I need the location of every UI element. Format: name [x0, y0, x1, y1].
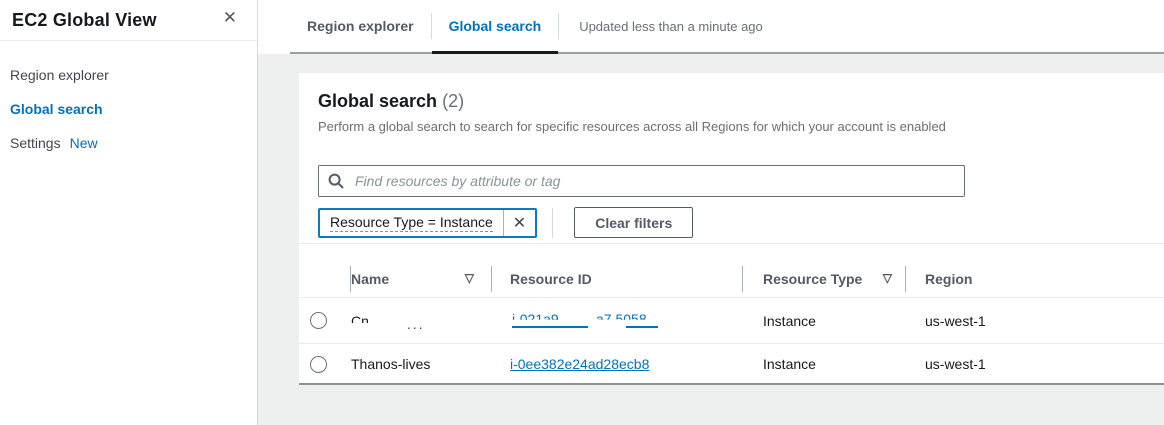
search-icon — [328, 173, 344, 189]
table-row: Cn ... i-021a9 a7 5058 Instance us-west-… — [299, 298, 1164, 343]
sidebar-item-label: Settings — [10, 135, 61, 151]
column-label: Resource ID — [510, 271, 592, 287]
resource-id-cell: i-021a9 a7 5058 — [492, 311, 743, 331]
select-cell — [299, 312, 351, 329]
close-icon[interactable]: ✕ — [223, 9, 237, 26]
tab-global-search[interactable]: Global search — [432, 0, 559, 52]
panel-title: Global search (2) — [318, 91, 1145, 112]
global-search-panel: Global search (2) Perform a global searc… — [299, 73, 1164, 385]
main-area: Region explorer Global search Updated le… — [258, 0, 1164, 425]
panel-description: Perform a global search to search for sp… — [318, 119, 1145, 134]
name-cell: Thanos-lives — [351, 356, 492, 372]
search-input[interactable] — [353, 172, 955, 190]
resource-type-cell: Instance — [743, 313, 906, 329]
link-underline — [512, 326, 588, 328]
redacted-name-dots: ... — [407, 316, 425, 332]
redacted-id-fragment: a7 5058 — [596, 311, 647, 327]
column-label: Resource Type — [763, 271, 862, 287]
new-badge: New — [70, 135, 98, 151]
redacted-resource-id-link[interactable]: i-021a9 a7 5058 — [510, 311, 680, 331]
select-column-header — [299, 287, 351, 297]
sidebar-item-label: Global search — [10, 101, 103, 117]
column-header-name[interactable]: Name ▽ — [351, 271, 492, 297]
redacted-name-fragment: Cn — [351, 313, 369, 329]
table-header: Name ▽ Resource ID Resource Type ▽ Regio… — [299, 244, 1164, 298]
tabs-strip: Region explorer Global search Updated le… — [258, 0, 1164, 54]
resource-id-link[interactable]: i-0ee382e24ad28ecb8 — [510, 356, 649, 372]
result-count: (2) — [442, 91, 464, 111]
tab-region-explorer[interactable]: Region explorer — [290, 0, 431, 52]
filter-chip-label[interactable]: Resource Type = Instance — [320, 210, 503, 236]
column-header-region[interactable]: Region — [906, 271, 1164, 297]
panel-title-text: Global search — [318, 91, 437, 111]
sort-icon[interactable]: ▽ — [465, 271, 474, 287]
resource-type-cell: Instance — [743, 356, 906, 372]
select-cell — [299, 356, 351, 373]
tab-label: Region explorer — [307, 18, 414, 34]
remove-filter-icon[interactable]: ✕ — [503, 210, 535, 236]
sidebar-header: EC2 Global View ✕ — [0, 0, 257, 41]
clear-filters-button[interactable]: Clear filters — [574, 207, 693, 238]
column-label: Name — [351, 271, 389, 287]
row-select-radio[interactable] — [310, 356, 327, 373]
sidebar-title: EC2 Global View — [12, 10, 157, 30]
sidebar-item-global-search[interactable]: Global search — [10, 101, 247, 117]
link-underline — [626, 326, 658, 328]
redacted-id-fragment: i-021a9 — [512, 311, 559, 327]
region-cell: us-west-1 — [906, 313, 1164, 329]
sort-icon[interactable]: ▽ — [883, 271, 892, 287]
sidebar: EC2 Global View ✕ Region explorer Global… — [0, 0, 258, 425]
resource-id-cell: i-0ee382e24ad28ecb8 — [492, 356, 743, 372]
updated-timestamp: Updated less than a minute ago — [559, 0, 783, 52]
filter-row: Resource Type = Instance ✕ Clear filters — [318, 207, 1145, 238]
column-header-resource-type[interactable]: Resource Type ▽ — [743, 271, 906, 297]
column-header-resource-id[interactable]: Resource ID — [492, 271, 743, 297]
sidebar-nav: Region explorer Global search Settings Ne… — [0, 41, 257, 151]
table-row: Thanos-lives i-0ee382e24ad28ecb8 Instanc… — [299, 343, 1164, 384]
tabs: Region explorer Global search Updated le… — [290, 0, 1164, 54]
content-area: Global search (2) Perform a global searc… — [258, 54, 1164, 425]
row-select-radio[interactable] — [310, 312, 327, 329]
sidebar-item-label: Region explorer — [10, 67, 109, 83]
filter-chip[interactable]: Resource Type = Instance ✕ — [318, 208, 537, 238]
region-cell: us-west-1 — [906, 356, 1164, 372]
tab-label: Global search — [449, 18, 542, 34]
sidebar-item-settings[interactable]: Settings New — [10, 135, 247, 151]
filter-divider — [552, 208, 553, 238]
sidebar-item-region-explorer[interactable]: Region explorer — [10, 67, 247, 83]
search-box[interactable] — [318, 165, 965, 197]
column-label: Region — [925, 271, 972, 287]
results-table: Name ▽ Resource ID Resource Type ▽ Regio… — [299, 243, 1164, 384]
filter-chip-text: Resource Type = Instance — [330, 214, 493, 232]
name-cell: Cn ... — [351, 313, 492, 329]
